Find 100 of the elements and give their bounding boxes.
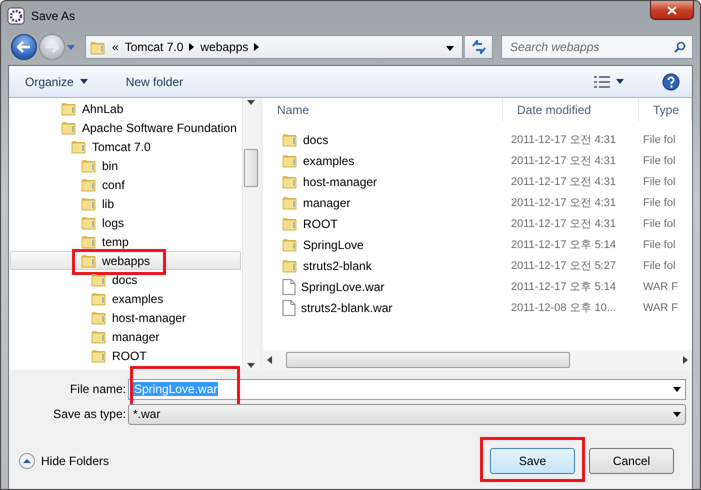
- folder-icon: [282, 195, 298, 210]
- folder-icon: [71, 139, 87, 154]
- date-cell-text: 2011-12-17 오전 5:27: [510, 259, 616, 273]
- folder-icon: [91, 291, 107, 306]
- file-icon: [282, 278, 296, 294]
- field-label: File name:: [68, 382, 127, 396]
- folder-icon: [81, 158, 97, 173]
- back-button[interactable]: [11, 34, 37, 60]
- date-cell-text: 2011-12-17 오전 4:31: [510, 196, 616, 210]
- file-name[interactable]: struts2-blank: [263, 258, 503, 273]
- date-cell-text: 2011-12-17 오전 4:31: [510, 154, 616, 168]
- tree-item[interactable]: AhnLab: [61, 101, 124, 116]
- close-icon: [667, 6, 677, 14]
- folder-icon: [282, 174, 298, 189]
- tree-item[interactable]: Apache Software Foundation: [61, 120, 237, 135]
- vertical-scrollbar[interactable]: [242, 98, 259, 370]
- file-name[interactable]: SpringLove.war: [263, 278, 503, 294]
- scroll-right-icon: [683, 356, 688, 364]
- column-header[interactable]: Date modified: [503, 98, 639, 121]
- field-label: Save as type:: [52, 407, 127, 421]
- dialog-button[interactable]: Cancel: [589, 448, 674, 474]
- type-cell-text: File fol: [642, 218, 676, 230]
- search-box[interactable]: Search webapps: [501, 35, 693, 59]
- tree-item[interactable]: lib: [81, 196, 114, 211]
- caret-icon: [67, 44, 75, 50]
- date-cell-text: 2011-12-17 오전 4:31: [510, 133, 616, 147]
- tree-item[interactable]: bin: [81, 158, 118, 173]
- list-view-icon: [594, 76, 610, 88]
- folder-icon: [91, 348, 107, 363]
- folder-icon: [282, 216, 298, 231]
- tree-item[interactable]: manager: [91, 329, 160, 344]
- new-folder-button[interactable]: New folder: [122, 72, 188, 90]
- caret-icon: [616, 79, 624, 84]
- tree-item[interactable]: Tomcat 7.0: [71, 139, 151, 154]
- file-name[interactable]: host-manager: [263, 174, 503, 189]
- scroll-thumb[interactable]: [286, 352, 570, 368]
- back-arrow-icon: [17, 41, 31, 53]
- organize-button[interactable]: Organize: [21, 72, 92, 90]
- window-title: Save As: [31, 9, 76, 23]
- breadcrumb[interactable]: Tomcat 7.0: [124, 40, 184, 54]
- breadcrumb[interactable]: webapps: [200, 40, 248, 54]
- file-name[interactable]: SpringLove: [263, 237, 503, 252]
- folder-icon: [81, 215, 97, 230]
- file-name[interactable]: struts2-blank.war: [263, 300, 503, 316]
- type-cell-text: File fol: [642, 154, 676, 166]
- scroll-thumb[interactable]: [244, 149, 258, 187]
- folder-icon: [61, 101, 77, 116]
- type-cell-text: File fol: [642, 260, 676, 272]
- date-cell-text: 2011-12-08 오후 10...: [510, 301, 616, 315]
- date-cell-text: 2011-12-17 오전 4:31: [510, 217, 616, 231]
- dropdown-icon: [673, 412, 681, 416]
- file-name[interactable]: examples: [263, 153, 503, 168]
- tree-item[interactable]: conf: [81, 177, 125, 192]
- file-name[interactable]: docs: [263, 132, 503, 147]
- tree-item[interactable]: examples: [91, 291, 164, 306]
- search-field[interactable]: Search webapps: [508, 39, 674, 55]
- horizontal-scrollbar[interactable]: [263, 350, 692, 370]
- file-type-dropdown[interactable]: *.war: [128, 404, 686, 424]
- tree-item[interactable]: logs: [81, 215, 124, 230]
- file-name[interactable]: ROOT: [263, 216, 503, 231]
- tree-item[interactable]: docs: [91, 272, 138, 287]
- hide-folders-button[interactable]: Hide Folders: [19, 453, 110, 469]
- folder-icon: [282, 258, 298, 273]
- date-cell-text: 2011-12-17 오전 4:31: [510, 175, 616, 189]
- type-cell-text: WAR F: [642, 280, 678, 292]
- file-icon: [282, 300, 296, 316]
- refresh-icon: [470, 40, 486, 54]
- folder-icon: [91, 329, 107, 344]
- folder-icon: [282, 132, 298, 147]
- scroll-down-icon: [247, 363, 255, 368]
- folder-icon: [61, 120, 77, 135]
- folder-icon: [90, 40, 106, 54]
- dropdown-icon: [446, 46, 454, 51]
- collapse-icon: [19, 453, 35, 469]
- folder-icon: [81, 196, 97, 211]
- column-header[interactable]: Name: [263, 98, 503, 121]
- scroll-left-icon: [267, 356, 272, 364]
- type-cell-text: File fol: [642, 134, 676, 146]
- tree-item[interactable]: temp: [81, 234, 129, 249]
- folder-icon: [81, 234, 97, 249]
- tree-item[interactable]: host-manager: [91, 310, 186, 325]
- forward-arrow-icon: [45, 41, 59, 53]
- overflow-crumb[interactable]: «: [112, 40, 119, 54]
- date-cell-text: 2011-12-17 오후 5:14: [510, 280, 616, 294]
- dropdown-icon: [673, 386, 681, 392]
- file-name[interactable]: manager: [263, 195, 503, 210]
- column-header[interactable]: Type: [639, 98, 692, 121]
- chevron-icon: [254, 43, 260, 51]
- dialog-button[interactable]: Save: [490, 448, 575, 474]
- refresh-button[interactable]: [465, 35, 493, 59]
- folder-icon: [282, 153, 298, 168]
- tree-item[interactable]: webapps: [81, 253, 150, 268]
- date-cell-text: 2011-12-17 오후 5:14: [510, 238, 616, 252]
- tree-item[interactable]: ROOT: [91, 348, 147, 363]
- caret-icon: [80, 79, 88, 84]
- search-icon: [674, 41, 686, 53]
- close-button[interactable]: [650, 1, 694, 20]
- scroll-up-icon: [247, 100, 255, 105]
- chevron-icon: [189, 43, 194, 51]
- address-bar[interactable]: « Tomcat 7.0 webapps: [85, 35, 463, 59]
